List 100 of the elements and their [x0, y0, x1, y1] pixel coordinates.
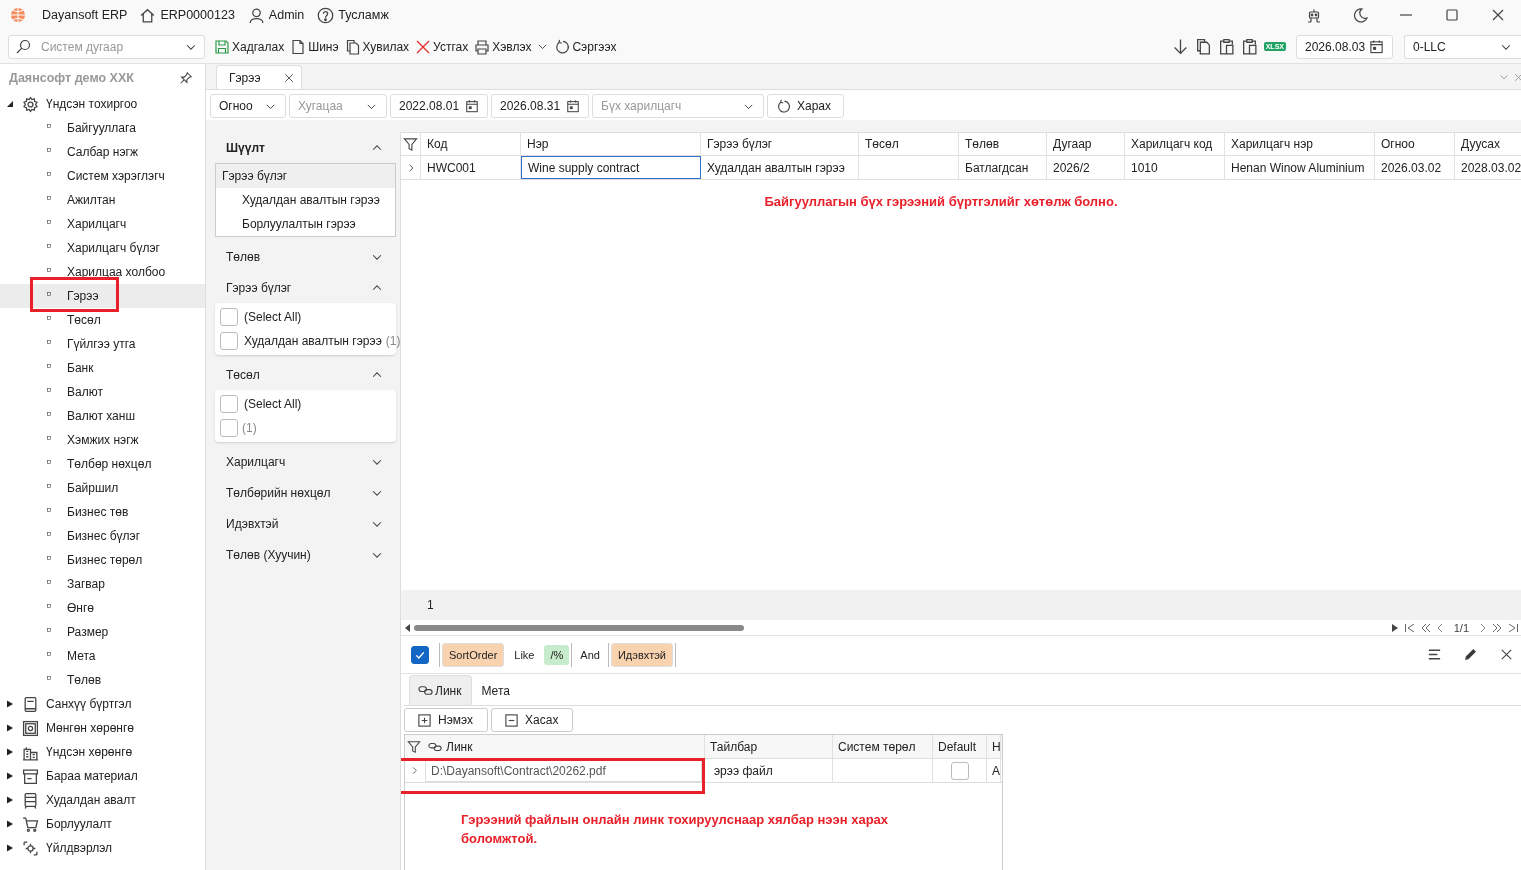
- refresh-button[interactable]: Сэргээх: [551, 33, 620, 60]
- column-header[interactable]: Харилцагч нэр: [1225, 133, 1375, 155]
- operator-text[interactable]: And: [578, 644, 602, 665]
- scrollbar-thumb[interactable]: [414, 624, 744, 631]
- detail-tab[interactable]: Мета: [472, 675, 521, 705]
- tree-item[interactable]: Хэмжих нэгж: [0, 428, 205, 452]
- column-header[interactable]: Нэр: [521, 133, 701, 155]
- group-header[interactable]: Гэрээ бүлэг: [216, 164, 395, 188]
- add-button[interactable]: Нэмэх: [404, 708, 489, 732]
- checkbox[interactable]: [411, 645, 429, 664]
- column-header[interactable]: Төсөл: [859, 133, 959, 155]
- company-code-link[interactable]: ERP0000123: [139, 6, 235, 24]
- detail-tab[interactable]: Линк: [409, 675, 473, 705]
- column-header[interactable]: Тайлбар: [705, 735, 833, 758]
- condition-group[interactable]: SortOrder Like /%: [439, 642, 573, 667]
- new-button[interactable]: Шинэ: [287, 33, 342, 60]
- next-page-button[interactable]: [1479, 622, 1487, 633]
- tree-item[interactable]: Худалдан авалт: [0, 788, 205, 812]
- view-button[interactable]: Харах: [767, 94, 845, 118]
- tree-item[interactable]: Бизнес бүлэг: [0, 524, 205, 548]
- tree-item[interactable]: Загвар: [0, 572, 205, 596]
- tree-item[interactable]: Байгууллага: [0, 116, 205, 140]
- date-field[interactable]: 2022.08.01: [390, 94, 488, 118]
- tree-item[interactable]: Борлуулалт: [0, 812, 205, 836]
- tree-item[interactable]: Бизнес төв: [0, 500, 205, 524]
- first-page-button[interactable]: [1403, 622, 1416, 633]
- fast-forward-button[interactable]: [1491, 622, 1503, 633]
- section-header[interactable]: Шүүлт: [215, 132, 396, 163]
- tree-item[interactable]: Өнгө: [0, 596, 205, 620]
- close-tab-button[interactable]: [282, 71, 295, 84]
- section-header[interactable]: Гэрээ бүлэг: [215, 272, 396, 303]
- column-header[interactable]: Огноо: [1375, 133, 1455, 155]
- column-header[interactable]: Систем төрөл: [833, 735, 933, 758]
- tree-item[interactable]: Мөнгөн хөрөнгө: [0, 716, 205, 740]
- tree-item[interactable]: Харилцаа холбоо: [0, 260, 205, 284]
- section-header[interactable]: Идэвхтэй: [215, 508, 396, 539]
- scroll-left-button[interactable]: [404, 622, 412, 633]
- tree-item[interactable]: Ажилтан: [0, 188, 205, 212]
- column-header[interactable]: Харилцагч код: [1125, 133, 1225, 155]
- checkbox[interactable]: [220, 419, 238, 437]
- tree-item[interactable]: Харилцагч: [0, 212, 205, 236]
- company-dropdown[interactable]: 0-LLC: [1404, 34, 1521, 59]
- help-button[interactable]: Тусламж: [317, 6, 389, 24]
- tree-item[interactable]: Бизнес төрөл: [0, 548, 205, 572]
- tree-item[interactable]: Бараа материал: [0, 764, 205, 788]
- checkbox[interactable]: [220, 332, 238, 350]
- column-header[interactable]: Дугаар: [1047, 133, 1125, 155]
- tree-item[interactable]: Гэрээ: [0, 284, 205, 308]
- fast-back-button[interactable]: [1419, 622, 1432, 633]
- print-button[interactable]: Хэвлэх: [471, 33, 535, 60]
- section-header[interactable]: Төлөв: [215, 241, 396, 272]
- section-header[interactable]: Төсөл: [215, 359, 396, 390]
- column-header[interactable]: Default: [933, 735, 987, 758]
- checkbox[interactable]: [220, 308, 238, 326]
- date-type-dropdown[interactable]: Огноо: [210, 94, 286, 118]
- user-menu-button[interactable]: Admin: [247, 6, 305, 24]
- tree-item[interactable]: Валют: [0, 380, 205, 404]
- tree-item[interactable]: Үйлдвэрлэл: [0, 836, 205, 860]
- tree-item[interactable]: Банк: [0, 356, 205, 380]
- date-field[interactable]: 2026.08.31: [491, 94, 589, 118]
- save-button[interactable]: Хадгалах: [211, 33, 288, 60]
- tree-item[interactable]: Төлөв: [0, 668, 205, 692]
- checkbox[interactable]: [220, 395, 238, 413]
- tree-item[interactable]: Гүйлгээ утга: [0, 332, 205, 356]
- link-field[interactable]: D:\Dayansoft\Contract\20262.pdf: [425, 759, 702, 782]
- filter-item[interactable]: Борлуулалтын гэрээ: [216, 212, 395, 236]
- tree-item[interactable]: Валют ханш: [0, 404, 205, 428]
- section-header[interactable]: Төлбөрийн нөхцөл: [215, 477, 396, 508]
- field-token[interactable]: SortOrder: [442, 642, 505, 667]
- tree-item[interactable]: Санхүү бүртгэл: [0, 692, 205, 716]
- tree-item[interactable]: Үндсэн хөрөнгө: [0, 740, 205, 764]
- tree-item[interactable]: Салбар нэгж: [0, 140, 205, 164]
- tree-item[interactable]: Систем хэрэглэгч: [0, 164, 205, 188]
- column-header[interactable]: Төлөв: [959, 133, 1047, 155]
- column-header[interactable]: Гэрээ бүлэг: [701, 133, 859, 155]
- checkbox[interactable]: [950, 761, 969, 780]
- column-header[interactable]: Линк: [423, 735, 705, 758]
- value-token[interactable]: /%: [544, 644, 570, 665]
- last-page-button[interactable]: [1507, 622, 1519, 633]
- tree-item[interactable]: Харилцагч бүлэг: [0, 236, 205, 260]
- delete-button[interactable]: Устгах: [412, 33, 472, 60]
- operator-text[interactable]: Like: [512, 644, 537, 665]
- document-tab[interactable]: Гэрээ: [216, 65, 302, 89]
- column-header[interactable]: Дуусах: [1455, 133, 1521, 155]
- tree-item[interactable]: Размер: [0, 620, 205, 644]
- column-header[interactable]: Код: [421, 133, 521, 155]
- previous-page-button[interactable]: [1435, 622, 1444, 633]
- tree-item[interactable]: Төлбөр нөхцөл: [0, 452, 205, 476]
- date-field[interactable]: 2026.08.03: [1296, 34, 1393, 59]
- remove-button[interactable]: Хасах: [491, 708, 574, 732]
- section-header[interactable]: Төлөв (Хуучин): [215, 539, 396, 570]
- filter-item[interactable]: Худалдан авалтын гэрээ: [216, 188, 395, 212]
- section-header[interactable]: Харилцагч: [215, 446, 396, 477]
- duplicate-button[interactable]: Хувилах: [341, 33, 413, 60]
- column-header[interactable]: Н: [987, 735, 1001, 758]
- play-button[interactable]: [1389, 622, 1400, 633]
- tree-item[interactable]: Мета: [0, 644, 205, 668]
- tree-item[interactable]: Үндсэн тохиргоо: [0, 92, 205, 116]
- tree-item[interactable]: Төсөл: [0, 308, 205, 332]
- tree-item[interactable]: Байршил: [0, 476, 205, 500]
